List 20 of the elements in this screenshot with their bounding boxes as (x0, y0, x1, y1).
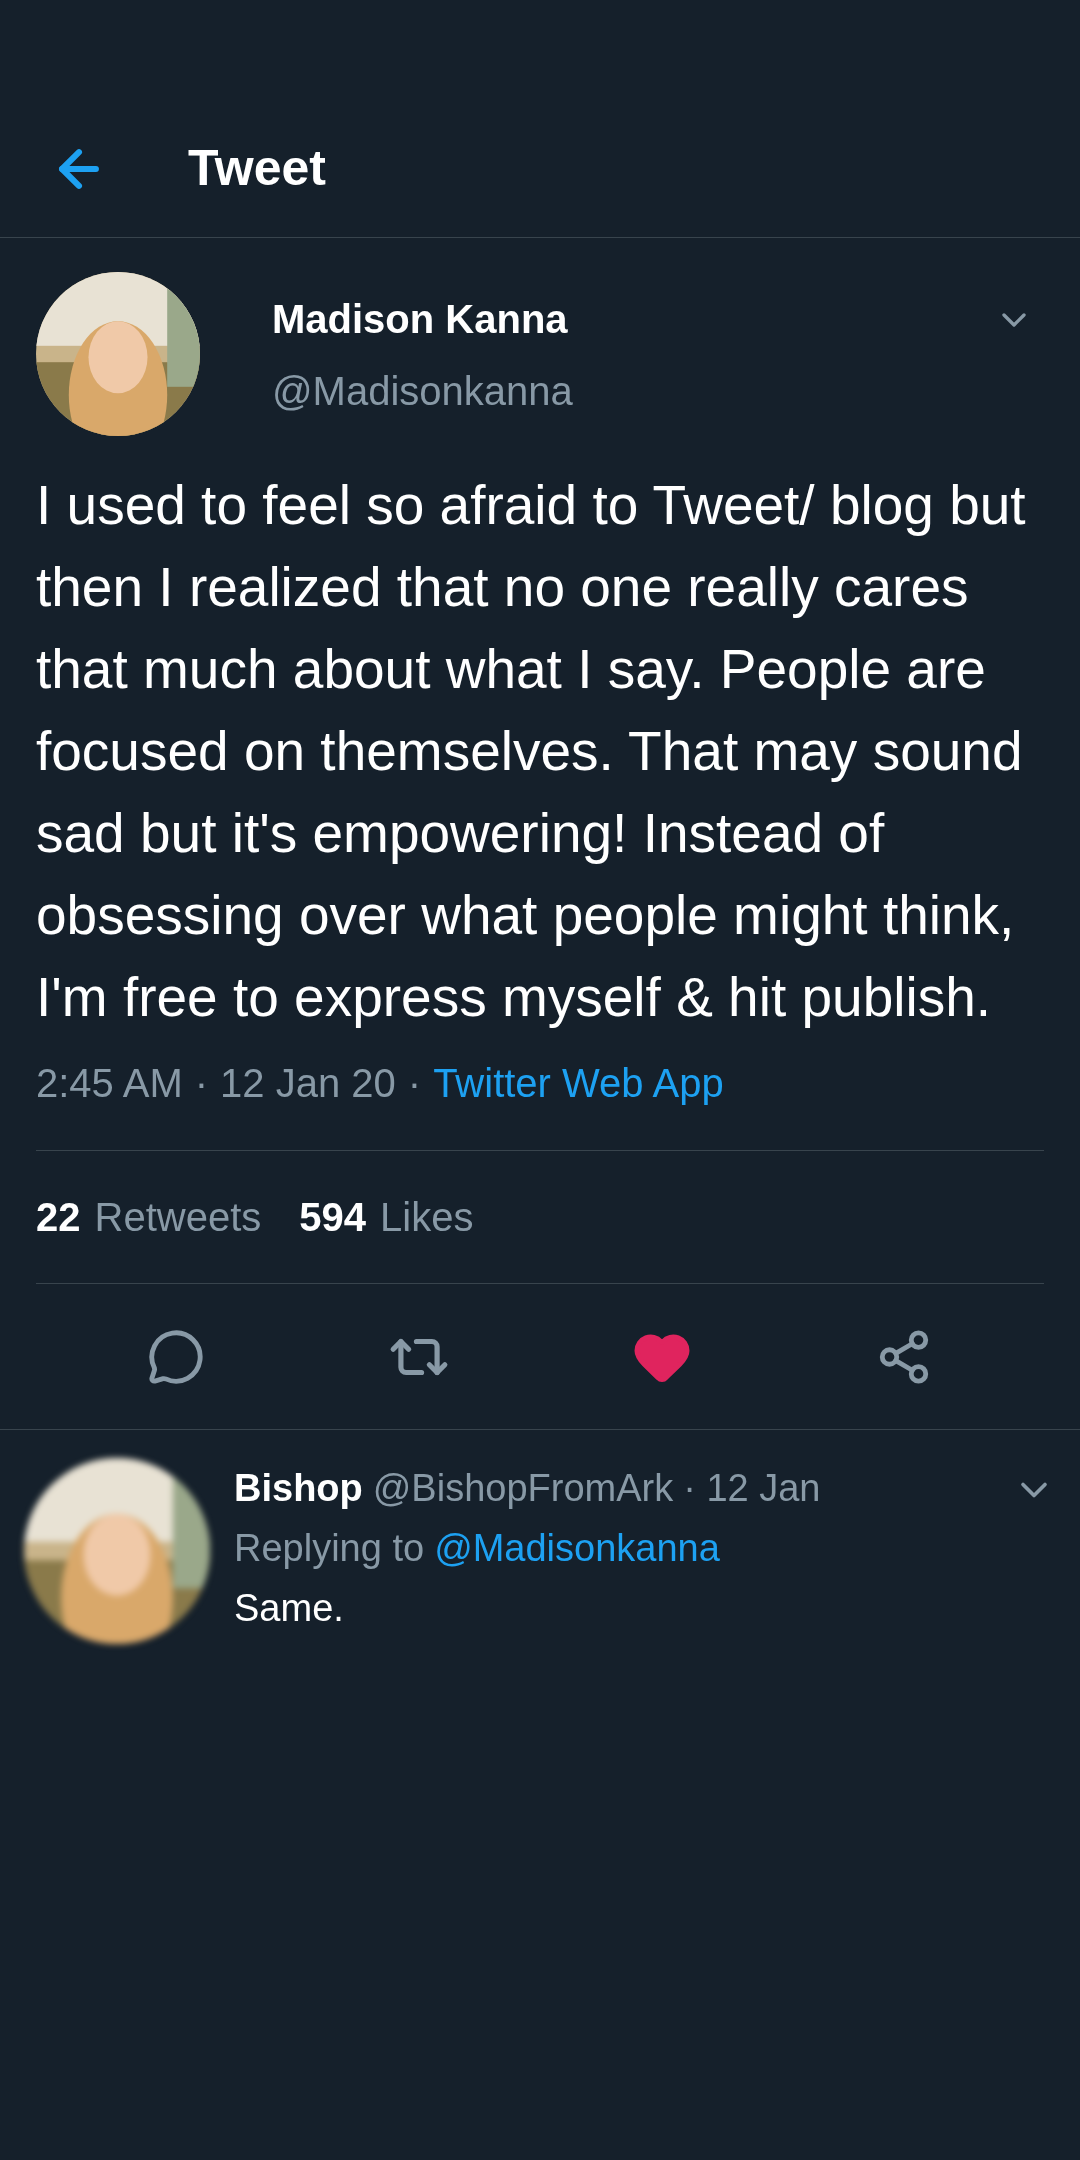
author-handle: @Madisonkanna (272, 368, 574, 415)
source-link[interactable]: Twitter Web App (433, 1058, 724, 1108)
reply-date: · 12 Jan (683, 1466, 821, 1511)
separator-dot: · (194, 1060, 209, 1107)
reply-author-handle: @BishopFromArk (372, 1466, 674, 1511)
like-label: Likes (380, 1194, 474, 1241)
tweet-time: 2:45 AM (36, 1060, 183, 1107)
separator-dot: · (407, 1060, 422, 1107)
header-title: Tweet (188, 139, 326, 198)
retweet-count: 22 (36, 1194, 81, 1241)
retweet-label: Retweets (94, 1194, 262, 1241)
reply-author-name: Bishop (234, 1466, 363, 1511)
reply-text: Same. (234, 1586, 345, 1631)
tweet-date: 12 Jan 20 (220, 1060, 396, 1107)
mention-link[interactable]: @Madisonkanna (434, 1518, 720, 1578)
like-count: 594 (299, 1194, 366, 1241)
author-name: Madison Kanna (272, 296, 569, 343)
replying-to-label: Replying to (234, 1526, 425, 1571)
tweet-text: I used to feel so afraid to Tweet/ blog but then I realized that no one really cares that much about what I say. People are focused on themselves. That may sound sad but it's empowering! Instead of obsessing over what people might think, I'm free to express myself & hit publish. (36, 473, 1027, 1030)
reply-icon[interactable] (147, 1327, 206, 1386)
